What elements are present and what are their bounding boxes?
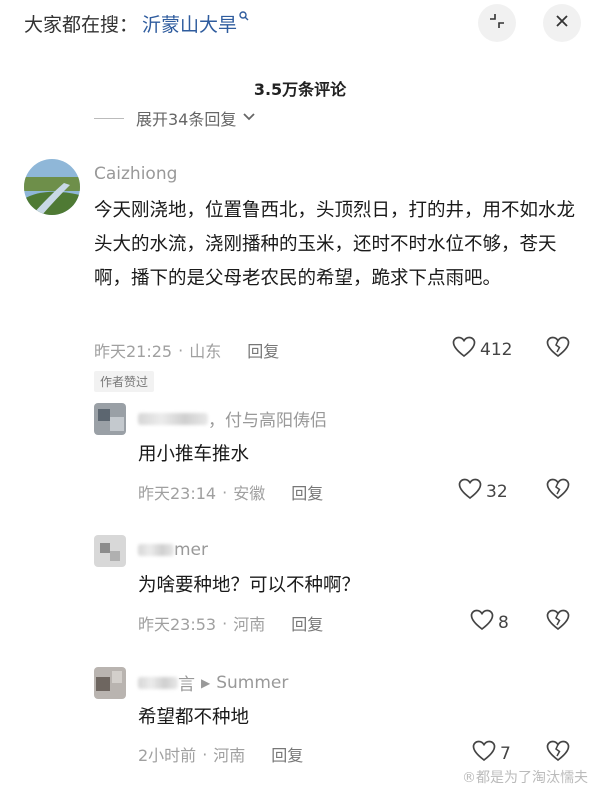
reply-button[interactable]: 回复	[271, 742, 303, 766]
reply-time: 2小时前	[138, 746, 197, 765]
reply-text: 希望都不种地	[138, 707, 250, 728]
comments-count: 3.5万条评论	[253, 80, 347, 99]
reply-button[interactable]: 回复	[291, 611, 323, 635]
close-icon	[554, 13, 570, 34]
blurred-name	[138, 544, 174, 556]
collapse-icon	[488, 12, 506, 35]
search-prefix: 大家都在搜：	[24, 13, 139, 36]
watermark: ®都是为了淘汰懦夫	[462, 770, 588, 786]
reply-button[interactable]: 回复	[291, 480, 323, 504]
close-button[interactable]	[543, 4, 581, 42]
search-icon	[239, 10, 249, 24]
broken-heart-icon	[545, 478, 571, 504]
avatar[interactable]	[94, 403, 126, 435]
like-count: 7	[500, 743, 511, 764]
reply-to-arrow-icon: ▶	[201, 675, 211, 690]
reply-text: 为啥要种地？可以不种啊？	[138, 575, 361, 596]
comment-text: 今天刚浇地，位置鲁西北，头顶烈日，打的井，用不如水龙头大的水流，浇刚播种的玉米，…	[94, 200, 576, 289]
collapse-button[interactable]	[478, 4, 516, 42]
comment-meta: 昨天21:25 · 山东 回复	[94, 338, 279, 362]
like-count: 8	[498, 612, 509, 633]
reply-time: 昨天23:14	[138, 484, 217, 503]
dislike-button[interactable]	[545, 609, 571, 635]
divider	[94, 117, 124, 119]
reply-location: 河南	[213, 746, 246, 765]
search-term-link[interactable]: 沂蒙山大旱	[142, 10, 237, 37]
reply-time: 昨天23:53	[138, 615, 217, 634]
reply-username-suffix: 言	[178, 675, 195, 695]
expand-replies-button[interactable]: 展开34条回复	[94, 106, 256, 130]
heart-icon	[452, 336, 480, 363]
blurred-name	[138, 412, 208, 425]
meta-separator: ·	[222, 613, 228, 633]
blurred-name	[138, 676, 178, 689]
broken-heart-icon	[545, 609, 571, 635]
author-liked-badge: 作者赞过	[94, 371, 155, 392]
avatar[interactable]	[24, 159, 80, 215]
reply-meta: 昨天23:14 · 安徽 回复	[138, 480, 323, 504]
like-button[interactable]: 412	[452, 336, 512, 363]
like-count: 412	[480, 339, 513, 360]
reply-text: 用小推车推水	[138, 444, 250, 465]
heart-icon	[458, 478, 486, 505]
reply-location: 河南	[233, 615, 266, 634]
reply-username[interactable]: 言 ▶ Summer	[138, 670, 288, 695]
broken-heart-icon	[545, 740, 571, 766]
heart-icon	[470, 609, 498, 636]
reply-meta: 2小时前 · 河南 回复	[138, 742, 303, 766]
reply-location: 安徽	[233, 484, 266, 503]
reply-username-suffix: ，付与高阳俦侣	[208, 411, 327, 431]
comment-username[interactable]: Caizhiong	[94, 164, 177, 184]
reply-username[interactable]: mer	[138, 540, 208, 560]
comment-time: 昨天21:25	[94, 342, 173, 361]
dislike-button[interactable]	[545, 740, 571, 766]
heart-icon	[472, 740, 500, 767]
meta-separator: ·	[222, 482, 228, 502]
like-button[interactable]: 32	[458, 478, 508, 505]
like-count: 32	[486, 481, 508, 502]
comment-location: 山东	[189, 342, 222, 361]
dislike-button[interactable]	[545, 478, 571, 504]
chevron-down-icon	[242, 110, 256, 126]
reply-username-suffix: mer	[174, 540, 209, 560]
search-suggestion[interactable]: 大家都在搜： 沂蒙山大旱	[24, 8, 249, 38]
reply-button[interactable]: 回复	[247, 338, 279, 362]
like-button[interactable]: 8	[470, 609, 509, 636]
dislike-button[interactable]	[545, 336, 571, 362]
meta-separator: ·	[202, 744, 208, 764]
reply-username[interactable]: ，付与高阳俦侣	[138, 406, 327, 431]
like-button[interactable]: 7	[472, 740, 511, 767]
reply-to-username[interactable]: Summer	[216, 673, 288, 693]
broken-heart-icon	[545, 336, 571, 362]
avatar[interactable]	[94, 535, 126, 567]
meta-separator: ·	[178, 340, 184, 360]
expand-replies-label: 展开34条回复	[136, 110, 237, 129]
reply-meta: 昨天23:53 · 河南 回复	[138, 611, 323, 635]
avatar[interactable]	[94, 667, 126, 699]
